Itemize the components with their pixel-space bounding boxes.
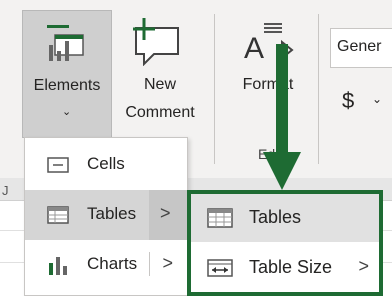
elements-menu: Cells Tables > Charts > bbox=[24, 137, 188, 296]
ribbon-divider bbox=[214, 14, 215, 164]
menu-item-charts[interactable]: Charts > bbox=[25, 240, 187, 290]
elements-button[interactable]: Elements ⌄ bbox=[22, 10, 112, 138]
menu-item-label: Tables bbox=[87, 204, 137, 223]
submenu-arrow-cell: > bbox=[149, 190, 187, 240]
annotation-arrow-icon bbox=[263, 44, 301, 190]
number-format-value: Gener bbox=[337, 38, 382, 55]
menu-item-cells[interactable]: Cells bbox=[25, 140, 187, 190]
chart-icon bbox=[49, 257, 67, 275]
cell-icon bbox=[47, 157, 69, 173]
new-comment-label-line1: New bbox=[143, 76, 176, 93]
chevron-right-icon: > bbox=[162, 253, 173, 273]
chevron-right-icon: > bbox=[160, 203, 171, 223]
new-comment-button[interactable]: New Comment bbox=[116, 10, 206, 136]
elements-icon bbox=[47, 25, 84, 61]
chevron-right-icon: > bbox=[358, 256, 369, 276]
elements-label: Elements bbox=[33, 77, 101, 94]
new-comment-label-line2: Comment bbox=[125, 104, 195, 121]
table-size-icon bbox=[207, 259, 233, 277]
column-letter: J bbox=[2, 183, 9, 198]
chevron-down-icon: ⌄ bbox=[62, 106, 72, 118]
menu-item-label: Charts bbox=[87, 254, 138, 273]
submenu-item-tables[interactable]: Tables bbox=[191, 194, 379, 242]
tables-submenu: Tables Table Size > bbox=[187, 190, 383, 296]
submenu-item-table-size[interactable]: Table Size > bbox=[191, 244, 379, 292]
menu-item-tables[interactable]: Tables > bbox=[25, 190, 187, 240]
menu-item-label: Cells bbox=[87, 154, 125, 173]
submenu-item-label: Table Size bbox=[249, 257, 333, 277]
svg-text:A: A bbox=[244, 32, 264, 62]
currency-symbol: $ bbox=[342, 88, 355, 113]
number-format-dropdown[interactable]: Gener bbox=[330, 28, 392, 68]
submenu-item-label: Tables bbox=[249, 207, 302, 227]
ribbon-divider bbox=[318, 14, 319, 164]
currency-button[interactable]: $ ⌄ bbox=[338, 84, 392, 118]
table-icon bbox=[47, 206, 69, 224]
menu-divider bbox=[149, 252, 150, 276]
table-icon bbox=[207, 208, 233, 228]
chevron-down-icon: ⌄ bbox=[372, 92, 383, 106]
new-comment-icon bbox=[133, 18, 179, 66]
